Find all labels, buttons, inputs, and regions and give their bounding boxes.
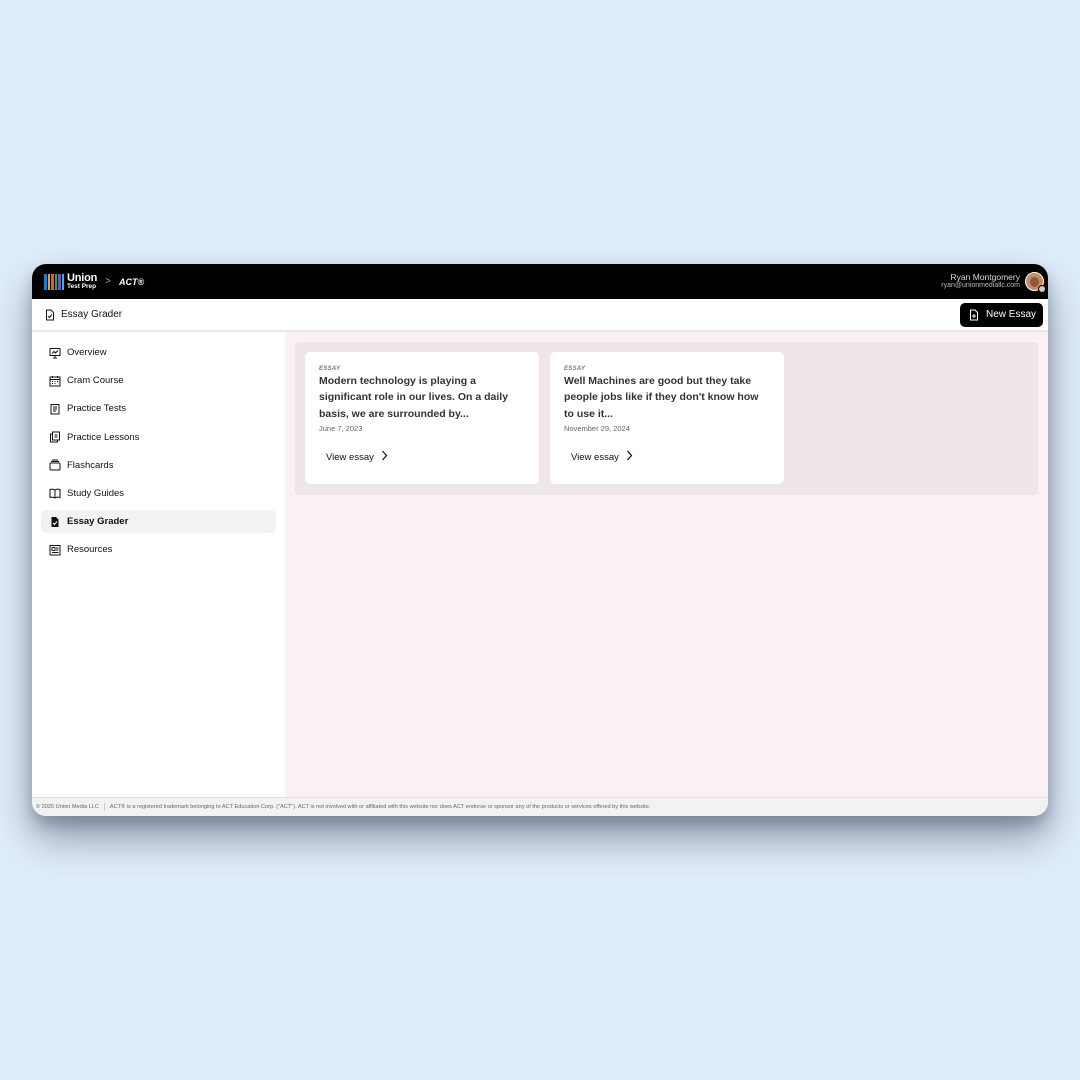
essay-card[interactable]: ESSAY Well Machines are good but they ta… bbox=[550, 352, 784, 484]
clipboard-list-icon bbox=[49, 403, 61, 415]
breadcrumb-separator: > bbox=[105, 276, 112, 287]
sidebar-item-study-guides[interactable]: Study Guides bbox=[41, 482, 276, 505]
chevron-right-icon bbox=[626, 450, 633, 464]
sidebar-item-cram-course[interactable]: Cram Course bbox=[41, 369, 276, 392]
user-menu[interactable]: Ryan Montgomery ryan@unionmediallc.com bbox=[941, 271, 1046, 293]
sidebar-item-label: Resources bbox=[67, 544, 113, 556]
calendar-icon bbox=[49, 375, 61, 387]
union-test-prep-logo[interactable]: Union Test Prep bbox=[44, 272, 97, 291]
document-check-icon bbox=[49, 516, 61, 528]
essay-card[interactable]: ESSAY Modern technology is playing a sig… bbox=[305, 352, 539, 484]
avatar[interactable] bbox=[1025, 272, 1046, 293]
breadcrumb-product-act[interactable]: ACT® bbox=[119, 277, 144, 287]
chart-board-icon bbox=[49, 347, 61, 359]
view-essay-link[interactable]: View essay bbox=[326, 450, 388, 464]
sidebar-item-practice-tests[interactable]: Practice Tests bbox=[41, 397, 276, 420]
sidebar-item-label: Essay Grader bbox=[67, 516, 129, 528]
essay-title: Well Machines are good but they take peo… bbox=[564, 375, 759, 420]
sidebar-item-label: Practice Tests bbox=[67, 403, 126, 415]
logo-text-test-prep: Test Prep bbox=[67, 282, 97, 290]
new-essay-button[interactable]: New Essay bbox=[959, 302, 1043, 327]
sidebar-item-label: Cram Course bbox=[67, 375, 124, 387]
sidebar-item-flashcards[interactable]: Flashcards bbox=[41, 454, 276, 477]
newspaper-icon bbox=[49, 544, 61, 556]
brand-breadcrumb: Union Test Prep > ACT® bbox=[44, 272, 144, 291]
app-window: Union Test Prep > ACT® Ryan Montgomery r… bbox=[32, 264, 1048, 816]
open-book-icon bbox=[49, 487, 61, 500]
sidebar-item-label: Study Guides bbox=[67, 487, 125, 499]
footer-disclaimer: ACT® is a registered trademark belonging… bbox=[109, 804, 651, 810]
footer-divider bbox=[103, 803, 105, 811]
main-content: ESSAY Modern technology is playing a sig… bbox=[285, 332, 1048, 797]
document-check-icon bbox=[44, 309, 56, 321]
essay-title: Modern technology is playing a significa… bbox=[319, 375, 509, 420]
essay-tag: ESSAY bbox=[319, 366, 341, 372]
page-header: Essay Grader New Essay bbox=[32, 299, 1048, 332]
footer: © 2025 Union Media LLC ACT® is a registe… bbox=[32, 797, 1048, 816]
sidebar-item-overview[interactable]: Overview bbox=[41, 341, 276, 364]
sidebar-item-practice-lessons[interactable]: Practice Lessons bbox=[41, 426, 276, 449]
essay-list-panel: ESSAY Modern technology is playing a sig… bbox=[295, 342, 1038, 495]
sidebar-item-label: Flashcards bbox=[67, 459, 114, 471]
view-essay-link[interactable]: View essay bbox=[571, 450, 633, 464]
document-plus-icon bbox=[968, 309, 980, 321]
sidebar-item-essay-grader[interactable]: Essay Grader bbox=[41, 510, 276, 534]
clipboard-copy-icon bbox=[49, 431, 61, 443]
logo-bars-icon bbox=[44, 273, 64, 290]
sidebar-item-resources[interactable]: Resources bbox=[41, 538, 276, 561]
chevron-right-icon bbox=[381, 450, 388, 464]
new-essay-label: New Essay bbox=[985, 309, 1036, 320]
essay-tag: ESSAY bbox=[564, 366, 586, 372]
essay-date: June 7, 2023 bbox=[319, 423, 363, 433]
footer-copyright: © 2025 Union Media LLC bbox=[36, 804, 99, 810]
sidebar: Overview Cram Course Practice Tests Prac… bbox=[32, 332, 285, 797]
user-name: Ryan Montgomery bbox=[950, 271, 1020, 282]
essay-date: November 29, 2024 bbox=[564, 423, 630, 433]
view-essay-label: View essay bbox=[571, 451, 619, 463]
avatar-settings-badge bbox=[1038, 285, 1046, 293]
top-bar: Union Test Prep > ACT® Ryan Montgomery r… bbox=[32, 264, 1048, 299]
cards-stack-icon bbox=[49, 459, 61, 471]
sidebar-item-label: Overview bbox=[67, 347, 107, 358]
page-title: Essay Grader bbox=[61, 309, 123, 320]
view-essay-label: View essay bbox=[326, 451, 374, 463]
user-email: ryan@unionmediallc.com bbox=[941, 282, 1020, 290]
sidebar-item-label: Practice Lessons bbox=[67, 431, 140, 443]
